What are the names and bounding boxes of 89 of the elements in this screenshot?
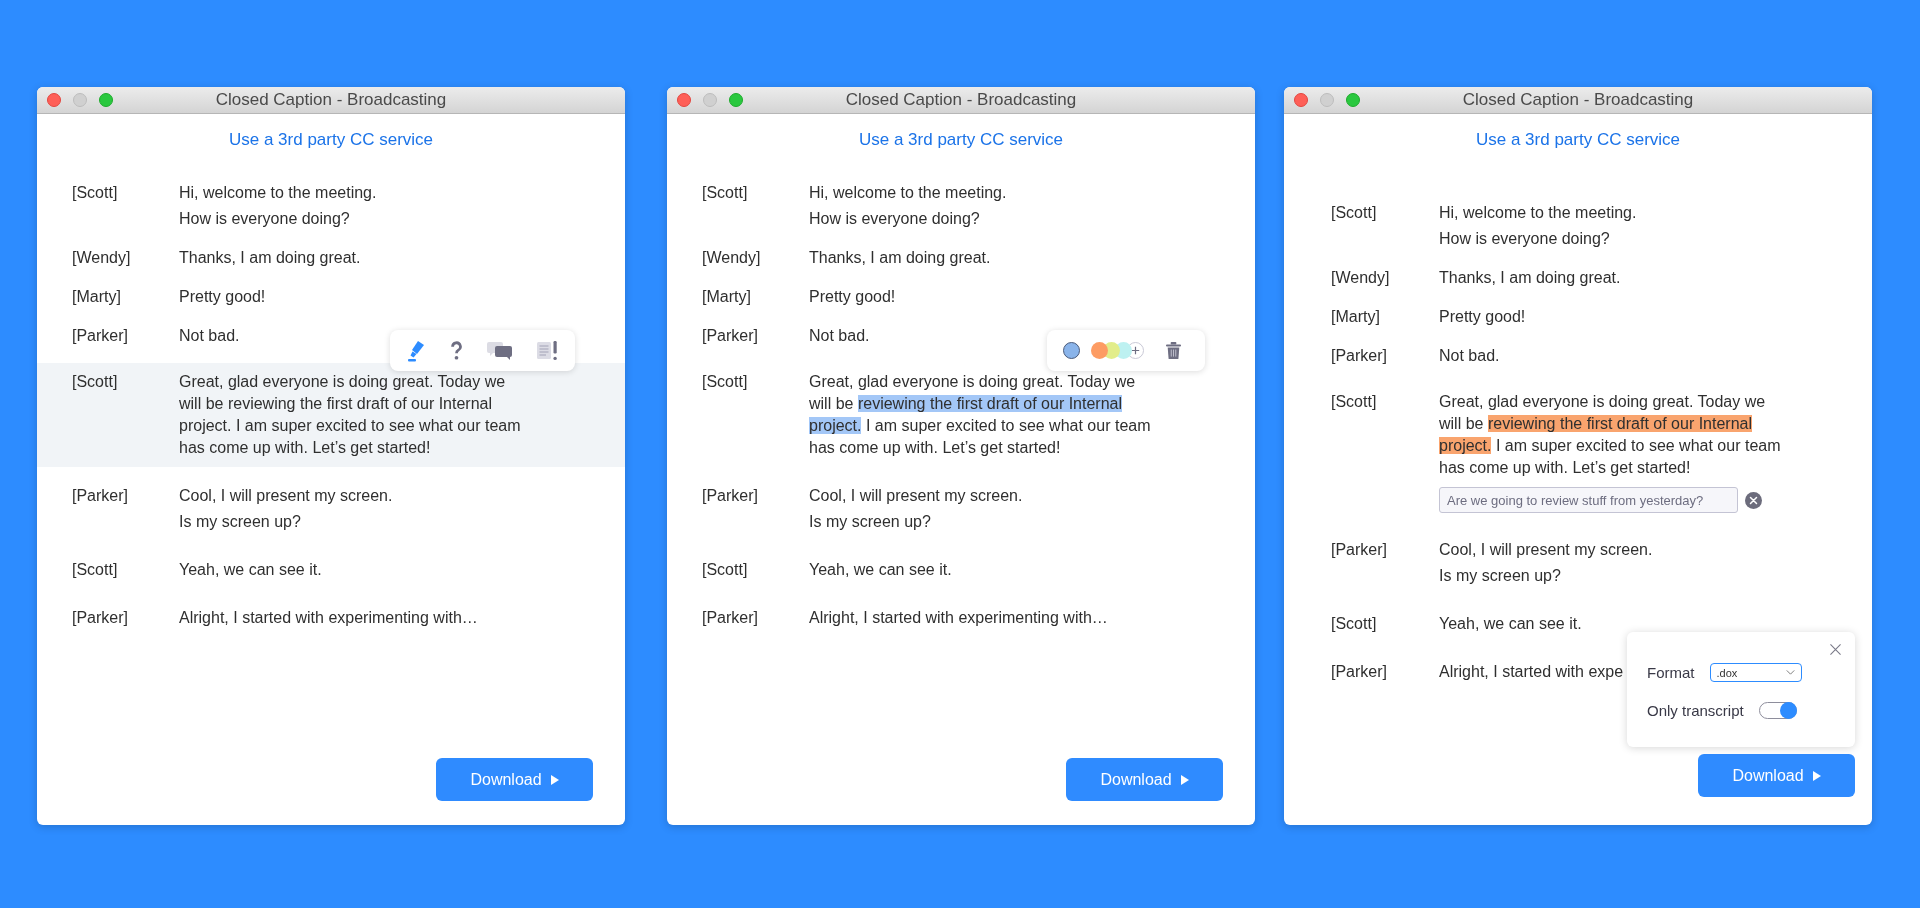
download-button[interactable]: Download: [436, 758, 593, 801]
close-icon[interactable]: [1830, 644, 1841, 655]
service-link[interactable]: Use a 3rd party CC service: [858, 130, 1064, 150]
caret-icon: [550, 774, 559, 785]
question-icon[interactable]: [450, 341, 463, 360]
speaker-name: [Marty]: [702, 287, 752, 307]
document-exclamation-icon[interactable]: [537, 340, 559, 361]
message-text: Alright, I started with expe: [1439, 662, 1624, 682]
caret-icon: [1180, 774, 1189, 785]
clear-icon[interactable]: [1745, 491, 1762, 509]
speaker-name: [Parker]: [1331, 662, 1388, 682]
speaker-name: [Scott]: [72, 560, 119, 580]
message-text: Thanks, I am doing great.: [179, 248, 361, 268]
download-button[interactable]: Download: [1698, 754, 1855, 797]
message-text: Yeah, we can see it.: [809, 560, 952, 580]
chat-bubbles-icon[interactable]: [487, 340, 513, 361]
message-text: Great, glad everyone is doing great. Today we will be reviewing the first draft of our Internal project. I am super excited to see what our team has come up with. Let’s get started!: [1439, 392, 1782, 478]
message-text: Not bad.: [809, 326, 870, 346]
speaker-name: [Parker]: [72, 608, 129, 628]
message-text: Not bad.: [179, 326, 240, 346]
message-text: Is my screen up?: [809, 512, 931, 532]
message-text: Yeah, we can see it.: [1439, 614, 1582, 634]
download-button[interactable]: Download: [1066, 758, 1223, 801]
message-text: Hi, welcome to the meeting.: [179, 183, 377, 203]
field-label: Only transcript: [1647, 701, 1744, 720]
speaker-name: [Parker]: [1331, 346, 1388, 366]
message-text: Thanks, I am doing great.: [809, 248, 991, 268]
speaker-name: [Scott]: [702, 372, 749, 392]
message-text: Hi, welcome to the meeting.: [1439, 203, 1637, 223]
speaker-name: [Scott]: [702, 560, 749, 580]
speaker-name: [Scott]: [1331, 203, 1378, 223]
maximize-icon[interactable]: [1346, 93, 1360, 107]
speaker-name: [Marty]: [1331, 307, 1381, 327]
message-text: Pretty good!: [809, 287, 896, 307]
message-text: Great, glad everyone is doing great. Today we will be reviewing the first draft of our Internal project. I am super excited to see what our team has come up with. Let’s get started!: [179, 372, 522, 458]
speaker-name: [Marty]: [72, 287, 122, 307]
window-title: Closed Caption - Broadcasting: [845, 90, 1077, 110]
speaker-name: [Parker]: [702, 608, 759, 628]
speaker-name: [Scott]: [1331, 614, 1378, 634]
message-text: How is everyone doing?: [179, 209, 350, 229]
message-text: Alright, I started with experimenting with…: [809, 608, 1108, 628]
message-text: Is my screen up?: [1439, 566, 1561, 586]
message-text: Thanks, I am doing great.: [1439, 268, 1621, 288]
message-text: Is my screen up?: [179, 512, 301, 532]
toggle-switch[interactable]: [1758, 702, 1797, 719]
speaker-name: [Wendy]: [1331, 268, 1391, 288]
color-swatch-icon[interactable]: [1063, 342, 1080, 359]
maximize-icon[interactable]: [729, 93, 743, 107]
message-text: Pretty good!: [179, 287, 266, 307]
speaker-name: [Scott]: [72, 372, 119, 392]
speaker-name: [Parker]: [702, 326, 759, 346]
message-text: Cool, I will present my screen.: [179, 486, 393, 506]
window-title: Closed Caption - Broadcasting: [1462, 90, 1694, 110]
message-text: Pretty good!: [1439, 307, 1526, 327]
close-icon[interactable]: [1294, 93, 1308, 107]
color-swatch-icon[interactable]: [1091, 342, 1108, 359]
comment-field[interactable]: Are we going to review stuff from yesterday?: [1439, 487, 1738, 513]
selected-row-background[interactable]: [Scott] Great, glad everyone is doing great. Today we will be reviewing the first draft of our Internal project. I am super excited to see what our team has come up with. Let’s get started!: [37, 363, 625, 467]
highlighter-icon[interactable]: [406, 339, 426, 362]
speaker-name: [Parker]: [72, 486, 129, 506]
service-link[interactable]: Use a 3rd party CC service: [1475, 130, 1681, 150]
close-icon[interactable]: [47, 93, 61, 107]
field-label: Format: [1647, 663, 1695, 682]
speaker-name: [Scott]: [702, 183, 749, 203]
message-text: Alright, I started with experimenting with…: [179, 608, 478, 628]
message-text: Hi, welcome to the meeting.: [809, 183, 1007, 203]
message-text: Yeah, we can see it.: [179, 560, 322, 580]
maximize-icon[interactable]: [99, 93, 113, 107]
service-link[interactable]: Use a 3rd party CC service: [228, 130, 434, 150]
plus-icon[interactable]: [1127, 342, 1144, 359]
message-text: How is everyone doing?: [809, 209, 980, 229]
speaker-name: [Wendy]: [72, 248, 132, 268]
speaker-name: [Scott]: [72, 183, 119, 203]
message-text: Not bad.: [1439, 346, 1500, 366]
message-text: Cool, I will present my screen.: [1439, 540, 1653, 560]
chevron-down-icon: [1785, 670, 1795, 675]
message-text: Cool, I will present my screen.: [809, 486, 1023, 506]
window-title: Closed Caption - Broadcasting: [215, 90, 447, 110]
speaker-name: [Scott]: [1331, 392, 1378, 412]
speaker-name: [Parker]: [1331, 540, 1388, 560]
message-text: Great, glad everyone is doing great. Today we will be reviewing the first draft of our Internal project. I am super excited to see what our team has come up with. Let’s get started!: [809, 372, 1152, 458]
trash-icon[interactable]: [1166, 342, 1181, 359]
speaker-name: [Parker]: [72, 326, 129, 346]
close-icon[interactable]: [677, 93, 691, 107]
caret-icon: [1812, 770, 1821, 781]
message-text: How is everyone doing?: [1439, 229, 1610, 249]
speaker-name: [Parker]: [702, 486, 759, 506]
speaker-name: [Wendy]: [702, 248, 762, 268]
format-dropdown[interactable]: .dox: [1709, 663, 1802, 682]
